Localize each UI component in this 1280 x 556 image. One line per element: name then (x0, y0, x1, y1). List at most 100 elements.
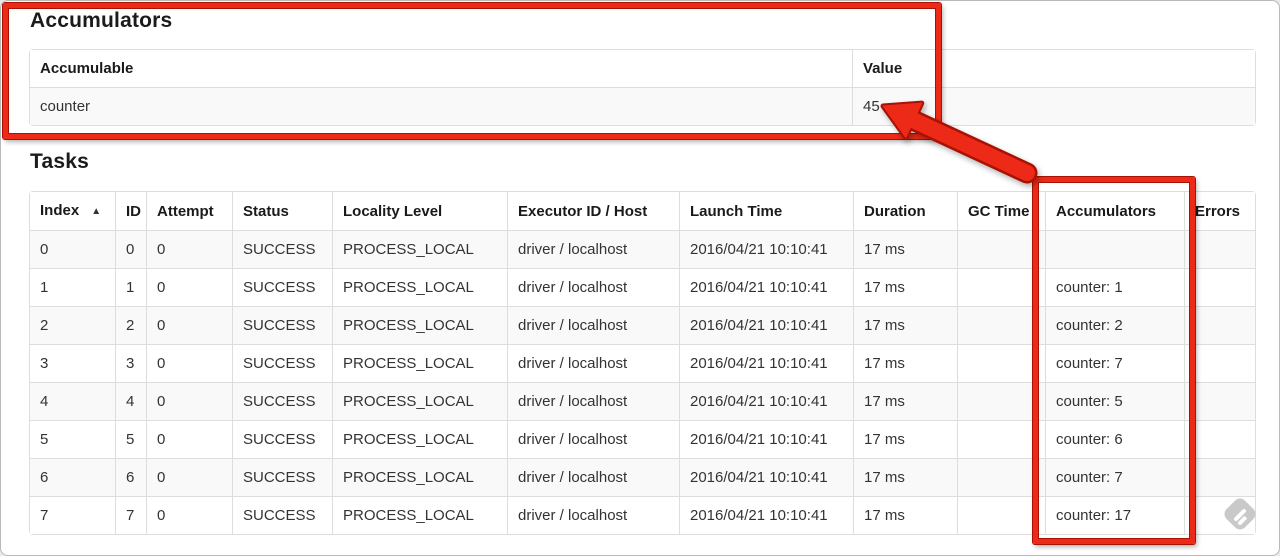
cell-launch-time: 2016/04/21 10:10:41 (679, 344, 853, 382)
cell-id: 3 (115, 344, 146, 382)
cell-index: 6 (30, 458, 115, 496)
cell-duration: 17 ms (853, 496, 957, 534)
cell-accumulators: counter: 6 (1045, 420, 1184, 458)
cell-errors (1184, 306, 1255, 344)
column-header-accumulators[interactable]: Accumulators (1045, 192, 1184, 230)
header-row: Index ▲ ID Attempt Status Locality Level Execu… (30, 192, 1255, 230)
table-row: 3 3 0 SUCCESS PROCESS_LOCAL driver / localhos… (30, 344, 1255, 382)
cell-accumulators: counter: 7 (1045, 458, 1184, 496)
cell-locality-level: PROCESS_LOCAL (332, 230, 507, 268)
table-row: 4 4 0 SUCCESS PROCESS_LOCAL driver / localhos… (30, 382, 1255, 420)
cell-attempt: 0 (146, 496, 232, 534)
cell-gc-time (957, 382, 1045, 420)
cell-executor-id-host: driver / localhost (507, 496, 679, 534)
cell-attempt: 0 (146, 230, 232, 268)
cell-status: SUCCESS (232, 306, 332, 344)
cell-launch-time: 2016/04/21 10:10:41 (679, 382, 853, 420)
cell-executor-id-host: driver / localhost (507, 382, 679, 420)
cell-attempt: 0 (146, 344, 232, 382)
cell-attempt: 0 (146, 420, 232, 458)
column-header-gc-time[interactable]: GC Time (957, 192, 1045, 230)
cell-errors (1184, 382, 1255, 420)
table-row: 2 2 0 SUCCESS PROCESS_LOCAL driver / localhos… (30, 306, 1255, 344)
cell-value: 45 (852, 87, 1255, 125)
cell-attempt: 0 (146, 306, 232, 344)
cell-duration: 17 ms (853, 306, 957, 344)
cell-accumulators: counter: 2 (1045, 306, 1184, 344)
cell-gc-time (957, 420, 1045, 458)
column-header-value: Value (852, 50, 1255, 87)
cell-accumulable: counter (30, 87, 852, 125)
cell-status: SUCCESS (232, 382, 332, 420)
cell-index: 0 (30, 230, 115, 268)
cell-errors (1184, 458, 1255, 496)
column-header-accumulable: Accumulable (30, 50, 852, 87)
cell-launch-time: 2016/04/21 10:10:41 (679, 268, 853, 306)
cell-attempt: 0 (146, 458, 232, 496)
cell-duration: 17 ms (853, 268, 957, 306)
cell-accumulators (1045, 230, 1184, 268)
cell-launch-time: 2016/04/21 10:10:41 (679, 230, 853, 268)
cell-accumulators: counter: 7 (1045, 344, 1184, 382)
cell-id: 2 (115, 306, 146, 344)
cell-index: 7 (30, 496, 115, 534)
cell-errors (1184, 268, 1255, 306)
cell-index: 2 (30, 306, 115, 344)
table-row: 5 5 0 SUCCESS PROCESS_LOCAL driver / localhos… (30, 420, 1255, 458)
cell-id: 4 (115, 382, 146, 420)
cell-status: SUCCESS (232, 268, 332, 306)
cell-attempt: 0 (146, 268, 232, 306)
cell-errors (1184, 344, 1255, 382)
column-header-launch-time[interactable]: Launch Time (679, 192, 853, 230)
column-header-locality-level[interactable]: Locality Level (332, 192, 507, 230)
cell-id: 0 (115, 230, 146, 268)
cell-gc-time (957, 230, 1045, 268)
cell-executor-id-host: driver / localhost (507, 230, 679, 268)
cell-executor-id-host: driver / localhost (507, 420, 679, 458)
cell-gc-time (957, 268, 1045, 306)
column-header-attempt[interactable]: Attempt (146, 192, 232, 230)
tasks-section-heading: Tasks (30, 150, 89, 173)
cell-executor-id-host: driver / localhost (507, 268, 679, 306)
cell-launch-time: 2016/04/21 10:10:41 (679, 458, 853, 496)
column-header-errors[interactable]: Errors (1184, 192, 1255, 230)
cell-launch-time: 2016/04/21 10:10:41 (679, 306, 853, 344)
cell-accumulators: counter: 1 (1045, 268, 1184, 306)
spark-stage-detail-page: Accumulators Accumulable Value counter 45 T… (0, 0, 1280, 556)
cell-status: SUCCESS (232, 496, 332, 534)
column-header-duration[interactable]: Duration (853, 192, 957, 230)
cell-locality-level: PROCESS_LOCAL (332, 458, 507, 496)
cell-duration: 17 ms (853, 230, 957, 268)
table-row: 7 7 0 SUCCESS PROCESS_LOCAL driver / localhos… (30, 496, 1255, 534)
cell-id: 6 (115, 458, 146, 496)
cell-status: SUCCESS (232, 458, 332, 496)
cell-id: 5 (115, 420, 146, 458)
cell-locality-level: PROCESS_LOCAL (332, 382, 507, 420)
cell-id: 1 (115, 268, 146, 306)
cell-accumulators: counter: 17 (1045, 496, 1184, 534)
cell-index: 1 (30, 268, 115, 306)
column-header-executor-id-host[interactable]: Executor ID / Host (507, 192, 679, 230)
cell-duration: 17 ms (853, 344, 957, 382)
table-row: 0 0 0 SUCCESS PROCESS_LOCAL driver / localhos… (30, 230, 1255, 268)
table-row: counter 45 (30, 87, 1255, 125)
cell-executor-id-host: driver / localhost (507, 344, 679, 382)
cell-launch-time: 2016/04/21 10:10:41 (679, 496, 853, 534)
table-row: 1 1 0 SUCCESS PROCESS_LOCAL driver / localhos… (30, 268, 1255, 306)
cell-gc-time (957, 344, 1045, 382)
cell-locality-level: PROCESS_LOCAL (332, 344, 507, 382)
cell-status: SUCCESS (232, 344, 332, 382)
column-header-id[interactable]: ID (115, 192, 146, 230)
cell-accumulators: counter: 5 (1045, 382, 1184, 420)
cell-index: 3 (30, 344, 115, 382)
column-header-status[interactable]: Status (232, 192, 332, 230)
cell-gc-time (957, 458, 1045, 496)
column-header-index[interactable]: Index ▲ (30, 192, 115, 230)
cell-status: SUCCESS (232, 420, 332, 458)
table-row: 6 6 0 SUCCESS PROCESS_LOCAL driver / localhos… (30, 458, 1255, 496)
sort-ascending-icon: ▲ (91, 206, 102, 217)
cell-attempt: 0 (146, 382, 232, 420)
header-row: Accumulable Value (30, 50, 1255, 87)
cell-locality-level: PROCESS_LOCAL (332, 496, 507, 534)
cell-index: 4 (30, 382, 115, 420)
